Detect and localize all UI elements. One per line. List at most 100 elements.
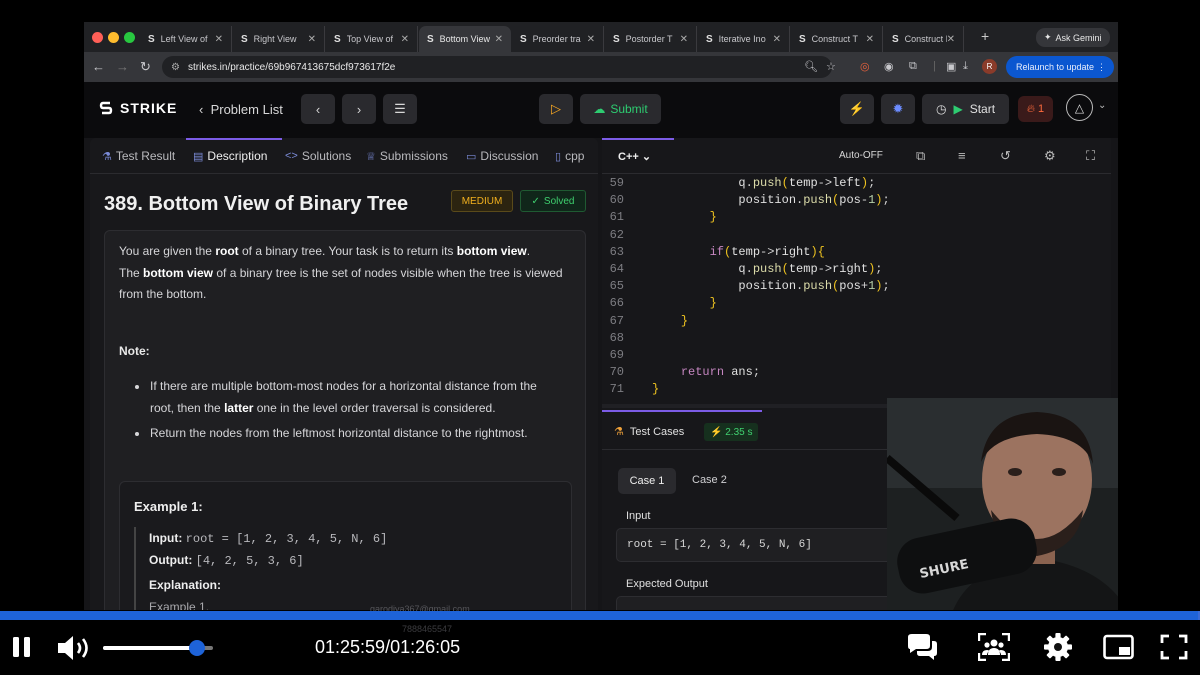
ai-assist-button[interactable]: ⚡ bbox=[840, 94, 874, 124]
forward-icon[interactable]: → bbox=[116, 59, 129, 74]
run-button[interactable]: ▷ bbox=[539, 94, 573, 124]
debug-button[interactable]: ✹ bbox=[881, 94, 915, 124]
close-tab-icon[interactable]: ✕ bbox=[495, 34, 503, 45]
settings-gear-icon[interactable] bbox=[1042, 633, 1074, 661]
submit-button[interactable]: ☁ Submit bbox=[580, 94, 661, 124]
strike-logo[interactable]: STRIKE bbox=[98, 100, 177, 116]
user-avatar[interactable]: △ bbox=[1066, 94, 1093, 121]
clock-icon: ◷ bbox=[935, 102, 947, 116]
browser-tab[interactable]: S Preorder tra ✕ bbox=[512, 26, 604, 52]
relaunch-button[interactable]: Relaunch to update ⋮ bbox=[1006, 56, 1114, 78]
tab-test-result[interactable]: ⚗ Test Result bbox=[102, 149, 175, 163]
tab-submissions[interactable]: ♕ Submissions bbox=[366, 149, 448, 163]
text: of a binary tree. Your task is to return… bbox=[238, 244, 457, 258]
tab-description[interactable]: ▤ Description bbox=[193, 149, 267, 163]
chat-icon[interactable] bbox=[906, 633, 938, 661]
code-editor[interactable]: 59 q.push(temp->left); 60 position.push(p… bbox=[602, 174, 1111, 400]
close-tab-icon[interactable]: ✕ bbox=[866, 34, 874, 45]
reset-icon[interactable]: ↺ bbox=[1000, 148, 1011, 164]
ask-gemini-button[interactable]: ✦ Ask Gemini bbox=[1036, 28, 1110, 47]
profile-avatar[interactable]: R bbox=[982, 59, 997, 74]
close-tab-icon[interactable]: ✕ bbox=[215, 34, 223, 45]
difficulty-badge: MEDIUM bbox=[451, 190, 513, 212]
line-number: 69 bbox=[609, 348, 624, 362]
example-title: Example 1: bbox=[134, 499, 203, 514]
file-icon: ▯ bbox=[555, 150, 562, 163]
minimize-window-button[interactable] bbox=[108, 32, 119, 43]
active-tab-indicator bbox=[602, 410, 762, 412]
volume-icon[interactable] bbox=[56, 634, 94, 662]
case-2-tab[interactable]: Case 2 bbox=[692, 474, 727, 486]
back-icon[interactable]: ← bbox=[92, 59, 105, 74]
reload-icon[interactable]: ↻ bbox=[140, 59, 151, 75]
tab-test-cases[interactable]: ⚗ Test Cases bbox=[614, 425, 685, 439]
example-input: Input: root = [1, 2, 3, 4, 5, N, 6] bbox=[149, 531, 387, 546]
problem-list-link[interactable]: ‹ Problem List bbox=[199, 102, 283, 117]
fullscreen-icon[interactable] bbox=[1158, 633, 1190, 661]
picture-in-picture-icon[interactable] bbox=[1103, 633, 1135, 661]
site-favicon-icon: S bbox=[148, 33, 155, 45]
line-number: 63 bbox=[609, 244, 624, 259]
browser-tab[interactable]: S Construct I ✕ bbox=[884, 26, 964, 52]
zoom-icon[interactable]: 🔍︎ bbox=[804, 60, 818, 73]
streak-count: 1 bbox=[1037, 103, 1045, 115]
participants-icon[interactable] bbox=[978, 633, 1010, 661]
volume-slider-handle[interactable] bbox=[189, 640, 205, 656]
tab-cpp[interactable]: ▯ cpp bbox=[555, 149, 584, 163]
next-problem-button[interactable]: › bbox=[342, 94, 376, 124]
test-cases-label: Test Cases bbox=[629, 425, 685, 438]
fullscreen-icon[interactable]: ⛶ bbox=[1086, 148, 1095, 164]
relaunch-label: Relaunch to update bbox=[1016, 62, 1095, 72]
tab-discussion[interactable]: ▭ Discussion bbox=[466, 149, 538, 163]
copy-icon[interactable]: ⧉ bbox=[916, 148, 925, 164]
close-tab-icon[interactable]: ✕ bbox=[947, 34, 955, 45]
extension-icon[interactable]: ◎ bbox=[860, 60, 870, 73]
line-number: 64 bbox=[609, 262, 624, 276]
cast-icon[interactable]: ▣ bbox=[946, 60, 956, 73]
tab-title: Preorder tra bbox=[532, 34, 581, 44]
new-tab-button[interactable]: + bbox=[981, 28, 989, 44]
close-tab-icon[interactable]: ✕ bbox=[401, 34, 409, 45]
browser-tab[interactable]: S Top View of ✕ bbox=[326, 26, 418, 52]
streak-badge[interactable]: 🔥︎ 1 bbox=[1018, 96, 1053, 122]
code-line: 69 bbox=[602, 348, 1111, 365]
browser-tab[interactable]: S Iterative Ino ✕ bbox=[698, 26, 790, 52]
site-favicon-icon: S bbox=[241, 33, 248, 45]
close-tab-icon[interactable]: ✕ bbox=[587, 34, 595, 45]
tab-solutions[interactable]: <> Solutions bbox=[285, 149, 351, 163]
bookmark-star-icon[interactable]: ☆ bbox=[826, 60, 836, 73]
site-info-icon[interactable]: ⚙ bbox=[171, 62, 180, 73]
progress-bar[interactable] bbox=[0, 611, 1200, 620]
browser-tab[interactable]: S Postorder T ✕ bbox=[605, 26, 697, 52]
browser-tab[interactable]: S Construct T ✕ bbox=[791, 26, 883, 52]
extensions-puzzle-icon[interactable]: ⧉ bbox=[909, 60, 917, 73]
url-field[interactable]: ⚙ strikes.in/practice/69b967413675dcf973… bbox=[162, 56, 832, 78]
close-tab-icon[interactable]: ✕ bbox=[680, 34, 688, 45]
close-tab-icon[interactable]: ✕ bbox=[308, 34, 316, 45]
bold-text: bottom view bbox=[456, 244, 527, 258]
output-label: Output: bbox=[149, 553, 193, 567]
description-card: You are given the root of a binary tree.… bbox=[104, 230, 586, 610]
extension-icon[interactable]: ◉ bbox=[884, 60, 894, 73]
app-header: STRIKE ‹ Problem List ‹ › ☰ ▷ ☁ Submit ⚡ … bbox=[84, 82, 1118, 138]
start-timer-button[interactable]: ◷ ▶ Start bbox=[922, 94, 1009, 124]
prev-problem-button[interactable]: ‹ bbox=[301, 94, 335, 124]
language-select[interactable]: C++ ⌄ bbox=[618, 150, 651, 163]
case-1-tab[interactable]: Case 1 bbox=[618, 468, 676, 494]
close-tab-icon[interactable]: ✕ bbox=[773, 34, 781, 45]
menu-icon[interactable]: ≡ bbox=[958, 148, 966, 163]
submit-label: Submit bbox=[610, 102, 648, 116]
autocomplete-toggle[interactable]: Auto-OFF bbox=[839, 150, 883, 161]
problem-menu-button[interactable]: ☰ bbox=[383, 94, 417, 124]
text: The bbox=[119, 265, 144, 280]
chevron-down-icon[interactable]: ⌄ bbox=[1098, 100, 1106, 111]
maximize-window-button[interactable] bbox=[124, 32, 135, 43]
settings-icon[interactable]: ⚙ bbox=[1044, 148, 1056, 164]
pause-icon[interactable] bbox=[11, 636, 33, 658]
expected-output-label: Expected Output bbox=[626, 578, 708, 590]
browser-tab[interactable]: S Right View ✕ bbox=[233, 26, 325, 52]
browser-tab[interactable]: S Bottom View ✕ bbox=[419, 26, 511, 52]
browser-tab[interactable]: S Left View of ✕ bbox=[140, 26, 232, 52]
close-window-button[interactable] bbox=[92, 32, 103, 43]
download-icon[interactable]: ⤓ bbox=[963, 60, 968, 73]
